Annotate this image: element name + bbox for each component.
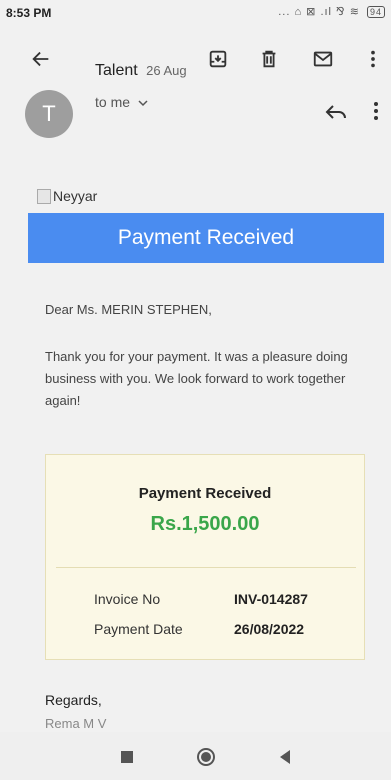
reply-icon[interactable] — [323, 102, 349, 122]
chevron-down-icon — [138, 100, 148, 107]
divider — [56, 567, 356, 568]
avatar[interactable]: T — [25, 90, 73, 138]
invoice-label: Invoice No — [94, 591, 161, 607]
payment-date-value: 26/08/2022 — [234, 621, 305, 637]
broken-image-icon — [37, 188, 51, 204]
sender-header: T Talent 26 Aug to me — [0, 62, 391, 142]
receipt-box: Payment Received Rs.1,500.00 Invoice No … — [45, 454, 365, 660]
recipient-label: to me — [95, 94, 131, 110]
message-body: Thank you for your payment. It was a ple… — [45, 349, 348, 408]
status-time: 8:53 PM — [6, 6, 52, 20]
invoice-value: INV-014287 — [234, 591, 308, 607]
sender-name: Talent — [95, 62, 138, 79]
home-icon[interactable] — [195, 746, 217, 768]
receipt-title: Payment Received — [138, 485, 272, 502]
sender-date: 26 Aug — [146, 63, 187, 78]
recipient-details-toggle[interactable]: to me — [95, 94, 148, 110]
battery-icon: 94 — [366, 6, 385, 19]
sender-name-line: Talent 26 Aug — [95, 62, 187, 80]
receipt-amount: Rs.1,500.00 — [150, 513, 260, 535]
broken-image-logo: Neyyar — [37, 188, 97, 204]
recents-icon[interactable] — [116, 746, 138, 768]
regards: Regards, — [45, 692, 102, 708]
status-bar: 8:53 PM ... ⌂ ⊠ .ıl ⅋ ≋ 94 — [0, 0, 391, 26]
status-indicator-glyphs: ... ⌂ ⊠ .ıl ⅋ ≋ — [278, 6, 360, 18]
more-vert-icon[interactable] — [368, 100, 384, 122]
signature: Rema M V — [45, 716, 107, 731]
system-nav-bar — [0, 732, 391, 780]
image-alt-text: Neyyar — [53, 188, 98, 204]
payment-date-label: Payment Date — [94, 621, 183, 637]
payment-banner: Payment Received — [28, 213, 384, 263]
greeting: Dear Ms. MERIN STEPHEN, — [45, 302, 212, 317]
back-icon[interactable] — [274, 746, 296, 768]
status-indicators: ... ⌂ ⊠ .ıl ⅋ ≋ 94 — [278, 5, 385, 19]
